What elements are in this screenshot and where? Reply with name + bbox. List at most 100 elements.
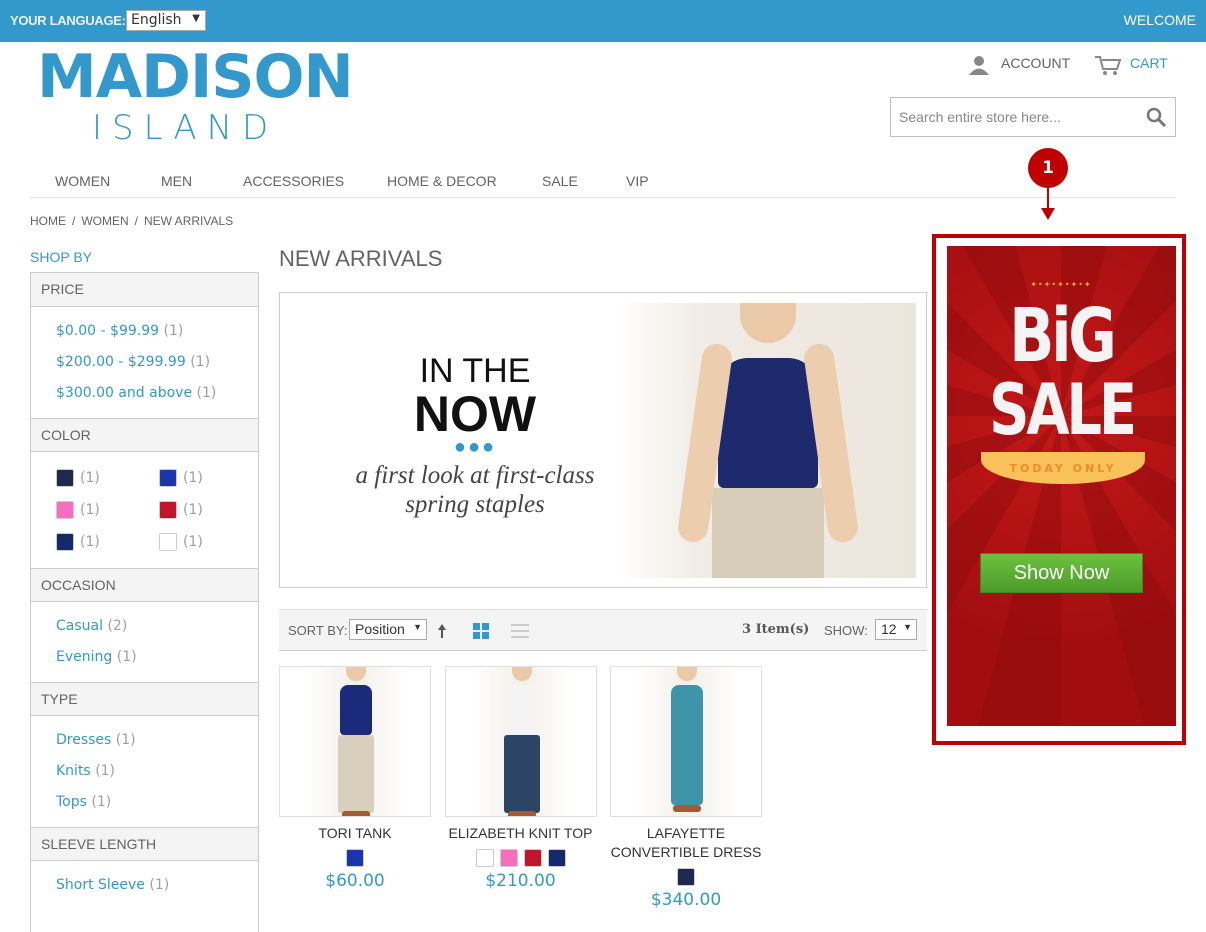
breadcrumb-women[interactable]: WOMEN [81, 214, 128, 228]
search-input[interactable]: Search entire store here... [890, 97, 1176, 137]
filter-option-type[interactable]: Knits (1) [56, 756, 258, 787]
filter-option-count: (1) [80, 534, 100, 550]
sort-direction-arrow-icon[interactable] [437, 623, 447, 639]
chevron-down-icon: ▼ [192, 13, 200, 24]
nav-vip[interactable]: VIP [626, 173, 649, 189]
filter-option-occasion[interactable]: Casual (2) [56, 611, 258, 642]
layered-navigation: PRICE $0.00 - $99.99 (1) $200.00 - $299.9… [30, 272, 259, 932]
filter-option-count: (1) [80, 502, 100, 518]
banner-line1: IN THE [419, 352, 531, 390]
color-swatch [159, 469, 177, 487]
filter-option-occasion[interactable]: Evening (1) [56, 642, 258, 673]
filter-option-type[interactable]: Dresses (1) [56, 725, 258, 756]
grid-view-icon[interactable] [473, 623, 489, 639]
filter-option-color[interactable]: (1) [56, 526, 159, 558]
product-price: $210.00 [485, 871, 556, 891]
show-now-button[interactable]: Show Now [980, 553, 1143, 593]
breadcrumb: HOME / WOMEN / NEW ARRIVALS [30, 214, 239, 228]
filter-option-label: Evening [56, 649, 113, 665]
annotation-badge: 1 [1028, 148, 1068, 188]
welcome-text: WELCOME [1123, 12, 1196, 28]
filter-option-label: Casual [56, 618, 103, 634]
filter-option-label: $0.00 - $99.99 [56, 323, 160, 339]
cart-label: CART [1130, 55, 1168, 71]
filter-option-color[interactable]: (1) [159, 462, 259, 494]
filter-occasion-header[interactable]: OCCASION [31, 568, 258, 602]
product-color-swatch[interactable] [523, 849, 542, 867]
filter-option-label: $300.00 and above [56, 385, 193, 401]
nav-home-decor[interactable]: HOME & DECOR [387, 173, 497, 189]
nav-accessories[interactable]: ACCESSORIES [243, 173, 344, 189]
product-card: TORI TANK $60.00 [279, 666, 431, 891]
product-image[interactable] [444, 666, 597, 817]
product-toolbar: SORT BY: Position ▼ 3 Item(s) SHOW: 12 ▼ [279, 609, 927, 651]
filter-option-type[interactable]: Tops (1) [56, 787, 258, 818]
product-color-swatch[interactable] [346, 849, 364, 867]
category-banner[interactable]: IN THE NOW ●●● a first look at first-cla… [279, 292, 927, 588]
breadcrumb-separator: / [134, 214, 139, 228]
filter-type-options: Dresses (1) Knits (1) Tops (1) [31, 716, 258, 827]
product-image[interactable] [279, 666, 431, 817]
product-color-swatch[interactable] [547, 849, 566, 867]
filter-option-color[interactable]: (1) [56, 462, 159, 494]
filter-option-color[interactable]: (1) [56, 494, 159, 526]
filter-option-price[interactable]: $300.00 and above (1) [56, 378, 258, 409]
product-card: ELIZABETH KNIT TOP $210.00 [444, 666, 597, 891]
language-value: English [131, 12, 182, 28]
dots-decoration: ●●● [453, 436, 497, 458]
breadcrumb-home[interactable]: HOME [30, 214, 66, 228]
nav-sale[interactable]: SALE [542, 173, 578, 189]
filter-option-price[interactable]: $0.00 - $99.99 (1) [56, 316, 258, 347]
sort-label: SORT BY: [288, 623, 348, 638]
top-bar: YOUR LANGUAGE: English ▼ WELCOME [0, 0, 1206, 42]
big-sale-ad[interactable]: ✦•✦•✦•✦•✦ BiG SALE TODAY ONLY Show Now [947, 246, 1176, 726]
color-swatch [159, 533, 177, 551]
product-color-swatch[interactable] [475, 849, 494, 867]
filter-option-count: (1) [196, 385, 217, 401]
banner-line2: NOW [413, 386, 537, 442]
nav-men[interactable]: MEN [161, 173, 192, 189]
filter-option-count: (2) [107, 618, 128, 634]
filter-color-options: (1) (1) (1) (1) (1) (1) [31, 452, 258, 568]
product-name[interactable]: TORI TANK [279, 824, 431, 843]
color-swatch [159, 501, 177, 519]
product-color-swatch[interactable] [499, 849, 518, 867]
product-name[interactable]: LAFAYETTE CONVERTIBLE DRESS [610, 824, 762, 862]
filter-option-color[interactable]: (1) [159, 526, 259, 558]
breadcrumb-current: NEW ARRIVALS [144, 214, 234, 228]
filter-option-count: (1) [91, 794, 112, 810]
ad-sale: SALE [989, 369, 1137, 451]
cart-icon [1095, 56, 1122, 75]
language-select[interactable]: English ▼ [126, 10, 206, 31]
search-icon[interactable] [1145, 106, 1167, 128]
stars-decoration: ✦•✦•✦•✦•✦ [1030, 280, 1092, 289]
chevron-down-icon: ▼ [413, 622, 422, 632]
filter-option-count: (1) [80, 470, 100, 486]
chevron-down-icon: ▼ [903, 622, 912, 632]
product-swatches [610, 868, 762, 886]
logo-subtitle[interactable]: ISLAND [92, 108, 278, 148]
product-image[interactable] [610, 666, 762, 817]
page-title: NEW ARRIVALS [279, 246, 443, 271]
filter-option-count: (1) [95, 763, 116, 779]
filter-color-header[interactable]: COLOR [31, 418, 258, 452]
banner-line4: spring staples [405, 491, 545, 518]
sort-select[interactable]: Position ▼ [349, 619, 427, 640]
filter-option-label: Knits [56, 763, 91, 779]
ad-big: BiG [1009, 293, 1117, 379]
filter-price-header[interactable]: PRICE [31, 273, 258, 307]
filter-option-color[interactable]: (1) [159, 494, 259, 526]
filter-option-count: (1) [183, 470, 203, 486]
filter-option-sleeve[interactable]: Short Sleeve (1) [56, 870, 258, 901]
filter-sleeve-header[interactable]: SLEEVE LENGTH [31, 827, 258, 861]
nav-women[interactable]: WOMEN [55, 173, 110, 189]
product-name[interactable]: ELIZABETH KNIT TOP [445, 824, 597, 843]
filter-option-price[interactable]: $200.00 - $299.99 (1) [56, 347, 258, 378]
list-view-icon[interactable] [511, 623, 529, 639]
show-label: SHOW: [824, 623, 868, 638]
limit-select[interactable]: 12 ▼ [875, 619, 917, 640]
filter-type-header[interactable]: TYPE [31, 682, 258, 716]
product-color-swatch[interactable] [677, 868, 695, 886]
logo[interactable]: MADISON [37, 42, 354, 112]
item-count: 3 Item(s) [742, 622, 810, 637]
